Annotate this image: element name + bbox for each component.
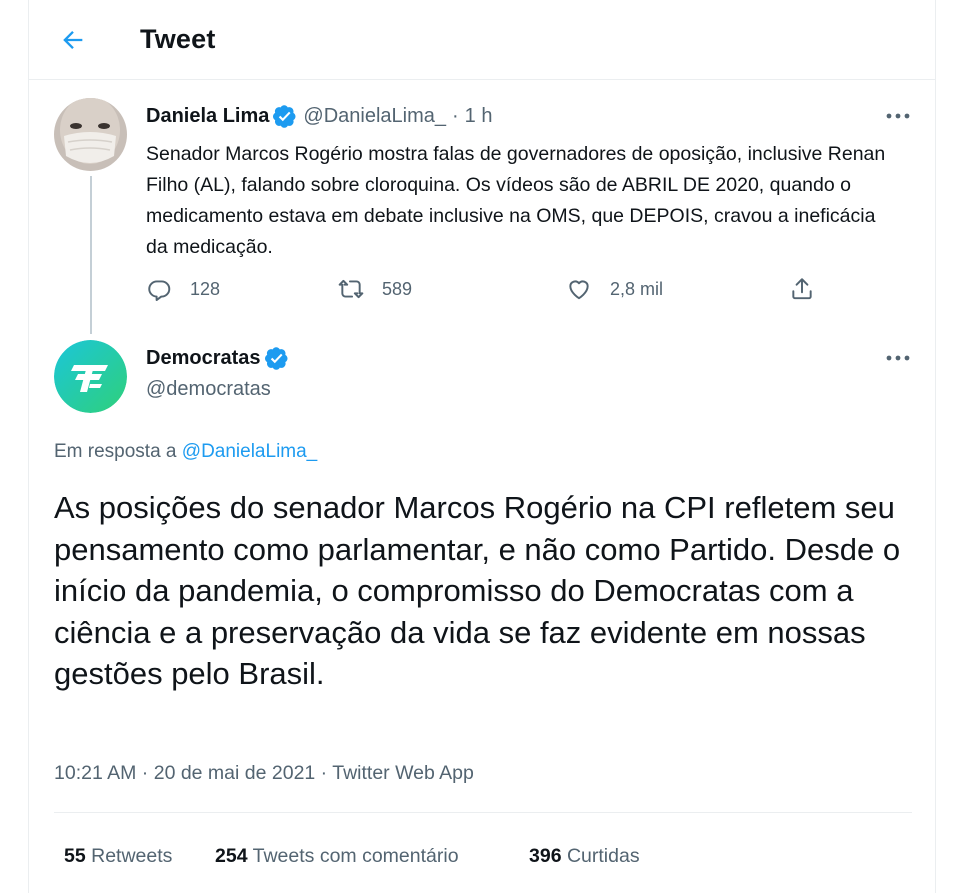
tweet-stats-bar: 55 Retweets 254 Tweets com comentário 39…: [54, 812, 912, 892]
tweet-timestamp-source[interactable]: 10:21 AM · 20 de mai de 2021 · Twitter W…: [54, 762, 474, 785]
verified-badge-icon: [273, 104, 297, 128]
tweet-page: Tweet Daniela Lima @DanielaLima_ · 1 h S…: [28, 0, 936, 893]
main-more-button[interactable]: [882, 346, 914, 370]
likes-stat-label: Curtidas: [566, 845, 640, 867]
avatar-democratas[interactable]: [54, 340, 127, 413]
quote-tweets-stat-label: Tweets com comentário: [252, 845, 459, 867]
more-horizontal-icon: [886, 355, 910, 361]
quoted-tweet-text: Senador Marcos Rogério mostra falas de g…: [146, 143, 886, 258]
arrow-left-icon: [63, 31, 83, 49]
reply-bubble-icon: [148, 280, 171, 302]
verified-badge-icon: [264, 346, 289, 370]
main-author-handle[interactable]: @democratas: [146, 378, 271, 401]
like-count: 2,8 mil: [610, 278, 664, 299]
retweet-icon: [338, 279, 364, 299]
page-header: Tweet: [29, 0, 935, 80]
page-title: Tweet: [140, 24, 216, 54]
quoted-author-handle[interactable]: @DanielaLima_: [303, 105, 446, 128]
like-button[interactable]: 2,8 mil: [566, 276, 663, 302]
quoted-more-button[interactable]: [882, 104, 914, 128]
retweet-button[interactable]: 589: [338, 276, 412, 302]
share-icon: [792, 278, 812, 300]
likes-stat-count: 396: [529, 845, 562, 867]
main-author-line: Democratas: [146, 346, 289, 370]
reply-context: Em resposta a @DanielaLima_: [54, 441, 317, 463]
reply-button[interactable]: 128: [146, 276, 220, 302]
reply-prefix: Em resposta a: [54, 441, 177, 462]
retweets-stat-label: Retweets: [91, 845, 173, 867]
retweet-count: 589: [382, 278, 413, 299]
avatar-daniela-lima[interactable]: [54, 98, 127, 171]
thread-connector: [90, 176, 92, 334]
reply-to-handle-link[interactable]: @DanielaLima_: [182, 441, 317, 462]
share-button[interactable]: [789, 276, 815, 302]
separator-dot: ·: [452, 104, 459, 127]
back-button[interactable]: [55, 22, 91, 58]
more-horizontal-icon: [886, 113, 910, 119]
retweets-stat-count: 55: [64, 845, 86, 867]
main-author-name[interactable]: Democratas: [146, 347, 261, 370]
likes-stat-link[interactable]: 396 Curtidas: [529, 845, 640, 868]
quote-tweets-stat-link[interactable]: 254 Tweets com comentário: [215, 845, 459, 868]
quoted-tweet-actions: 128 589 2,8 mil: [146, 276, 826, 306]
main-tweet-text: As posições do senador Marcos Rogério na…: [54, 490, 901, 691]
retweets-stat-link[interactable]: 55 Retweets: [64, 845, 172, 868]
reply-count: 128: [190, 278, 221, 299]
quote-tweets-stat-count: 254: [215, 845, 248, 867]
quoted-author-line: Daniela Lima @DanielaLima_ · 1 h: [146, 104, 492, 128]
heart-icon: [569, 280, 589, 300]
quoted-author-name[interactable]: Daniela Lima: [146, 105, 269, 128]
quoted-tweet-time[interactable]: 1 h: [465, 105, 493, 128]
